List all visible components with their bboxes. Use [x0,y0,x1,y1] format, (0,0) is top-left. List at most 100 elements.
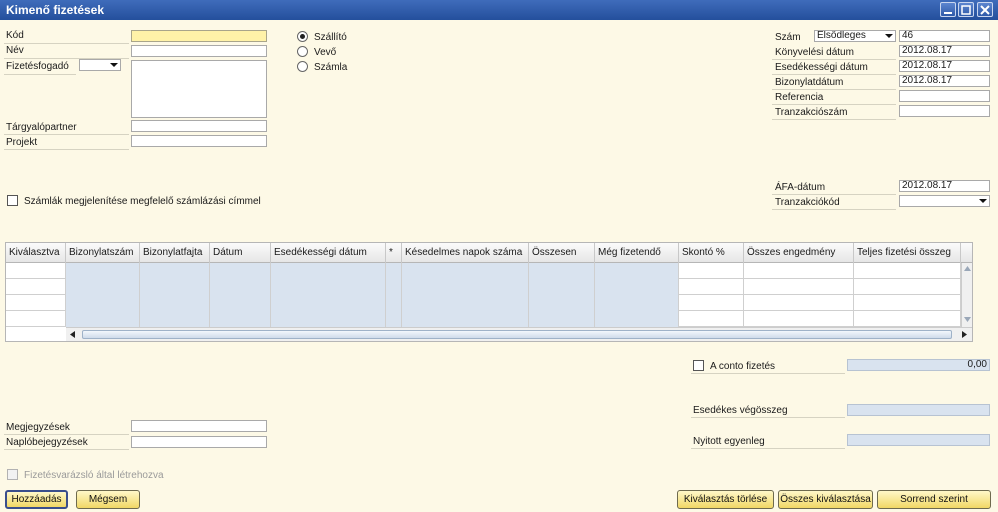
targyalopartner-underline [4,134,129,135]
naplobejegyzesek-input[interactable] [131,436,267,448]
window-title: Kimenő fizetések [6,3,105,17]
tranzakcioszam-underline [772,119,896,120]
maximize-button[interactable] [958,2,974,17]
targyalopartner-label: Tárgyalópartner [6,122,77,133]
kod-label: Kód [6,30,24,41]
aconto-value: 0,00 [847,359,990,371]
szam-label: Szám [775,32,801,43]
esedekes-vegosszeg-value [847,404,990,416]
referencia-label: Referencia [775,92,824,103]
szam-input[interactable]: 46 [899,30,990,42]
bizonylatdatum-input[interactable]: 2012.08.17 [899,75,990,87]
targyalopartner-input[interactable] [131,120,267,132]
tranzakcioszam-label: Tranzakciószám [775,107,848,118]
aconto-underline [691,373,845,374]
col-datum[interactable]: Dátum [210,243,271,263]
megjegyzesek-label: Megjegyzések [6,422,70,433]
tranzakciokod-label: Tranzakciókód [775,197,840,208]
kod-input[interactable] [131,30,267,42]
afa-datum-underline [772,194,896,195]
tranzakciokod-underline [772,209,896,210]
clear-selection-button[interactable]: Kiválasztás törlése [677,490,774,509]
nev-input[interactable] [131,45,267,57]
vevo-label: Vevő [314,47,337,58]
aconto-checkbox[interactable] [693,360,704,371]
col-star[interactable]: * [386,243,402,263]
scroll-thumb[interactable] [82,330,952,339]
grid-horizontal-scrollbar[interactable] [66,327,972,341]
col-meg-fizetendo[interactable]: Még fizetendő [595,243,679,263]
table-row[interactable] [6,295,972,311]
grid-vertical-scrollbar[interactable] [961,263,972,327]
konyvelesi-underline [772,59,896,60]
kod-underline [4,43,129,44]
nyitott-underline [691,448,845,449]
table-row[interactable] [6,311,972,327]
esedekessegi-datum-label: Esedékességi dátum [775,62,868,73]
esedekes-underline [691,417,845,418]
minimize-button[interactable] [940,2,956,17]
table-row[interactable] [6,279,972,295]
maximize-icon [961,5,971,15]
minimize-icon [944,12,952,14]
outgoing-payments-window: Kód Név Fizetésfogadó Tárgyalópartner Pr… [0,20,998,512]
scroll-down-icon [964,317,971,322]
col-bizonylatszam[interactable]: Bizonylatszám [66,243,140,263]
by-order-button[interactable]: Sorrend szerint [877,490,991,509]
konyvelesi-datum-input[interactable]: 2012.08.17 [899,45,990,57]
cancel-button[interactable]: Mégsem [76,490,140,509]
fizetesfogado-underline [4,74,76,75]
title-bar: Kimenő fizetések [0,0,998,20]
col-osszesen[interactable]: Összesen [529,243,595,263]
projekt-input[interactable] [131,135,267,147]
wizard-label: Fizetésvarázsló által létrehozva [24,470,164,481]
table-row[interactable] [6,263,972,279]
naplobejegyzesek-label: Naplóbejegyzések [6,437,88,448]
szam-series-value: Elsődleges [817,30,866,41]
col-teljes-fizetesi-osszeg[interactable]: Teljes fizetési összeg [854,243,961,263]
szallito-label: Szállító [314,32,347,43]
nyitott-egyenleg-label: Nyitott egyenleg [693,436,765,447]
chevron-down-icon [979,199,987,203]
select-all-button[interactable]: Összes kiválasztása [778,490,873,509]
col-bizonylatfajta[interactable]: Bizonylatfajta [140,243,210,263]
szamla-label: Számla [314,62,348,73]
fizetesfogado-dropdown[interactable] [79,59,121,71]
szam-series-dropdown[interactable]: Elsődleges [814,30,896,42]
tranzakcioszam-input[interactable] [899,105,990,117]
invoices-grid: Kiválasztva Bizonylatszám Bizonylatfajta… [5,242,973,342]
referencia-input[interactable] [899,90,990,102]
tranzakciokod-dropdown[interactable] [899,195,990,207]
fizetesfogado-address-textarea[interactable] [131,60,267,118]
col-esedekessegi-datum[interactable]: Esedékességi dátum [271,243,386,263]
scroll-left-icon [70,331,75,338]
col-osszes-engedmeny[interactable]: Összes engedmény [744,243,854,263]
col-kivalasztva[interactable]: Kiválasztva [6,243,66,263]
konyvelesi-datum-label: Könyvelési dátum [775,47,854,58]
szamla-radio[interactable] [297,61,308,72]
bizonylatdatum-underline [772,89,896,90]
col-kesedelmes-napok[interactable]: Késedelmes napok száma [402,243,529,263]
szallito-radio[interactable] [297,31,308,42]
bizonylatdatum-label: Bizonylatdátum [775,77,844,88]
projekt-underline [4,149,129,150]
close-button[interactable] [977,2,993,17]
close-icon [980,5,990,15]
esedekessegi-underline [772,74,896,75]
chevron-down-icon [110,63,118,67]
esedekessegi-datum-input[interactable]: 2012.08.17 [899,60,990,72]
projekt-label: Projekt [6,137,38,148]
add-button[interactable]: Hozzáadás [5,490,68,509]
referencia-underline [772,104,896,105]
col-skonto[interactable]: Skontó % [679,243,744,263]
scroll-up-icon [964,266,971,271]
esedekes-vegosszeg-label: Esedékes végösszeg [693,405,788,416]
megjegyzesek-input[interactable] [131,420,267,432]
vevo-radio[interactable] [297,46,308,57]
show-invoices-checkbox[interactable] [7,195,18,206]
scroll-right-icon [962,331,967,338]
show-invoices-label: Számlák megjelenítése megfelelő számlázá… [24,196,261,207]
fizetesfogado-label: Fizetésfogadó [6,61,69,72]
afa-datum-input[interactable]: 2012.08.17 [899,180,990,192]
naplobejegyzesek-underline [4,449,129,450]
